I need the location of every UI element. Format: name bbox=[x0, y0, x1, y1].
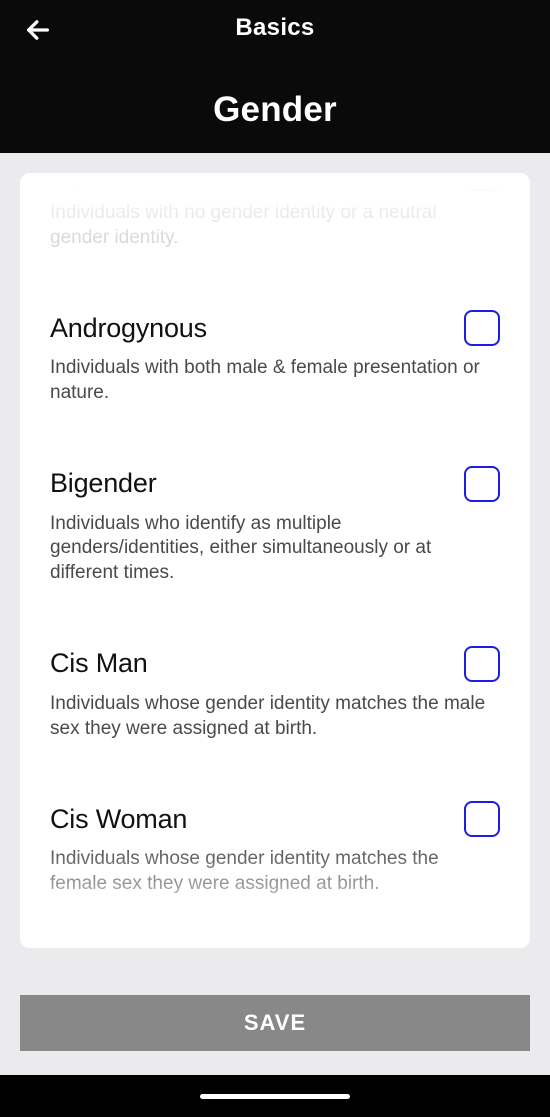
option-label: Agender bbox=[50, 173, 151, 189]
option-description: Individuals whose gender identity matche… bbox=[50, 692, 500, 741]
option-description: Individuals with both male & female pres… bbox=[50, 356, 500, 405]
option-label: Androgynous bbox=[50, 313, 207, 344]
back-button[interactable] bbox=[20, 12, 56, 48]
option-checkbox[interactable] bbox=[464, 310, 500, 346]
option-description: Individuals who identify as multiple gen… bbox=[50, 512, 500, 586]
arrow-left-icon bbox=[24, 16, 52, 44]
options-card[interactable]: Agender Individuals with no gender ident… bbox=[20, 173, 530, 948]
option-label: Cis Woman bbox=[50, 804, 187, 835]
screen: Basics Gender Agender Individuals with n… bbox=[0, 0, 550, 1117]
option-bigender[interactable]: Bigender Individuals who identify as mul… bbox=[50, 426, 500, 606]
header: Basics Gender bbox=[0, 0, 550, 153]
option-checkbox[interactable] bbox=[464, 466, 500, 502]
option-cis-man[interactable]: Cis Man Individuals whose gender identit… bbox=[50, 606, 500, 761]
system-bottom-bar bbox=[0, 1075, 550, 1117]
option-description: Individuals whose gender identity matche… bbox=[50, 847, 500, 896]
save-button[interactable]: SAVE bbox=[20, 995, 530, 1051]
option-checkbox[interactable] bbox=[464, 173, 500, 191]
option-genderfluid[interactable]: Genderfluid Individuals who don't have a… bbox=[50, 917, 500, 948]
home-indicator[interactable] bbox=[200, 1094, 350, 1099]
option-cis-woman[interactable]: Cis Woman Individuals whose gender ident… bbox=[50, 761, 500, 916]
option-label: Cis Man bbox=[50, 648, 148, 679]
options-list: Agender Individuals with no gender ident… bbox=[20, 173, 530, 948]
option-agender[interactable]: Agender Individuals with no gender ident… bbox=[50, 173, 500, 270]
save-bar: SAVE bbox=[0, 981, 550, 1075]
option-description: Individuals with no gender identity or a… bbox=[50, 201, 500, 250]
option-androgynous[interactable]: Androgynous Individuals with both male &… bbox=[50, 270, 500, 425]
page-title: Gender bbox=[0, 90, 550, 130]
content-area: Agender Individuals with no gender ident… bbox=[0, 153, 550, 981]
option-label: Bigender bbox=[50, 468, 156, 499]
option-checkbox[interactable] bbox=[464, 801, 500, 837]
header-section-label: Basics bbox=[0, 0, 550, 42]
option-checkbox[interactable] bbox=[464, 646, 500, 682]
